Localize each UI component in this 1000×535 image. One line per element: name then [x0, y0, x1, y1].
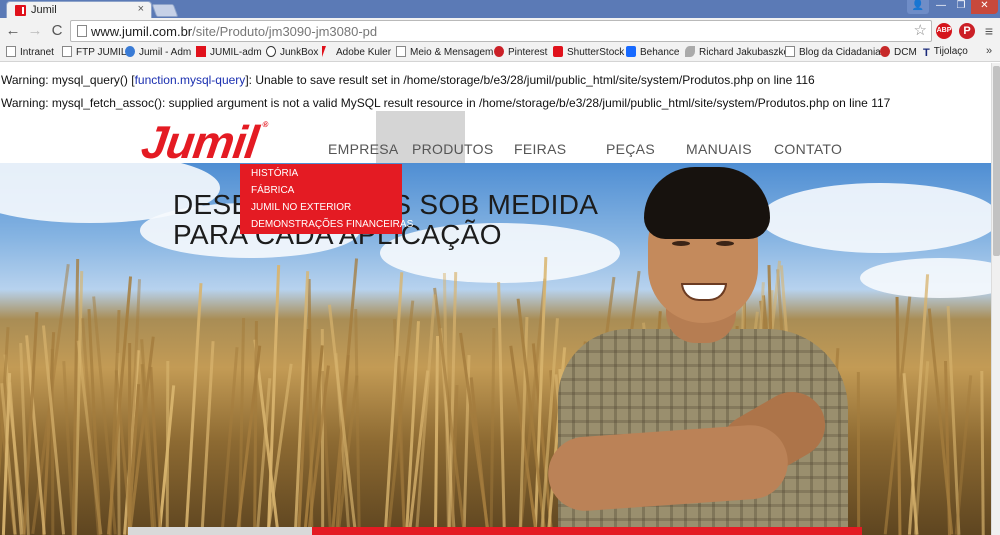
- empresa-dropdown-menu: HISTÓRIA FÁBRICA JUMIL NO EXTERIOR DEMON…: [240, 164, 413, 234]
- pinterest-extension-icon[interactable]: P: [959, 23, 975, 39]
- farmer-eye: [716, 241, 734, 246]
- github-icon: [266, 46, 276, 57]
- farmer-hair: [644, 167, 770, 239]
- corn-stalk: [497, 281, 506, 535]
- page-icon: [62, 46, 72, 57]
- new-tab-button[interactable]: [151, 4, 179, 17]
- corn-stalk: [165, 360, 170, 535]
- corn-stalk: [354, 308, 361, 535]
- page-scrollbar[interactable]: [991, 63, 1000, 535]
- nav-produtos[interactable]: PRODUTOS: [412, 141, 494, 157]
- warning-function-link[interactable]: function.mysql-query: [135, 73, 246, 87]
- bookmark-tijolaco[interactable]: T Tijolaço: [923, 46, 968, 59]
- php-warning-1: Warning: mysql_query() [function.mysql-q…: [1, 73, 815, 87]
- php-warning-2: Warning: mysql_fetch_assoc(): supplied a…: [1, 96, 891, 110]
- farmer-photo: [545, 163, 848, 535]
- pinterest-icon: [494, 46, 504, 57]
- corn-stalk: [433, 335, 440, 535]
- url-text[interactable]: www.jumil.com.br/site/Produto/jm3090-jm3…: [91, 24, 377, 39]
- corn-stalk: [489, 327, 496, 535]
- shutterstock-icon: [553, 46, 563, 57]
- corn-stalk: [220, 347, 239, 535]
- tab-title: Jumil: [31, 4, 57, 16]
- page-icon: [77, 25, 87, 37]
- bookmarks-more-icon[interactable]: »: [986, 45, 992, 57]
- bookmark-junkbox[interactable]: JunkBox: [266, 46, 318, 58]
- url-path: /site/Produto/jm3090-jm3080-pd: [192, 24, 378, 39]
- corn-stalk: [954, 375, 973, 535]
- globe-icon: [125, 46, 135, 57]
- scrollbar-thumb[interactable]: [993, 66, 1000, 256]
- bookmark-jumil-adm[interactable]: Jumil - Adm: [125, 46, 191, 58]
- user-profile-icon[interactable]: 👤: [907, 0, 929, 14]
- subtab-3[interactable]: [494, 527, 678, 535]
- page-icon: [396, 46, 406, 57]
- nav-feiras[interactable]: FEIRAS: [514, 141, 566, 157]
- nav-manuais[interactable]: MANUAIS: [686, 141, 752, 157]
- dropdown-item-historia[interactable]: HISTÓRIA: [251, 168, 298, 179]
- browser-toolbar: ← → C www.jumil.com.br/site/Produto/jm30…: [0, 18, 1000, 44]
- corn-stalk: [856, 371, 861, 535]
- bookmark-jumil-adm-2[interactable]: JUMIL-adm: [196, 46, 262, 58]
- nav-empresa[interactable]: EMPRESA: [328, 141, 399, 157]
- page-icon: [785, 46, 795, 57]
- subtab-1[interactable]: [128, 527, 312, 535]
- nav-contato[interactable]: CONTATO: [774, 141, 842, 157]
- bookmarks-bar: Intranet FTP JUMIL Jumil - Adm JUMIL-adm…: [0, 44, 1000, 62]
- farmer-eye: [672, 241, 690, 246]
- bookmark-shutterstock[interactable]: ShutterStock: [553, 46, 624, 58]
- bookmark-intranet[interactable]: Intranet: [6, 46, 54, 58]
- maximize-button[interactable]: ❐: [951, 0, 971, 14]
- reload-button[interactable]: C: [48, 22, 66, 40]
- bookmark-dcm[interactable]: DCM: [880, 46, 917, 58]
- forward-button[interactable]: →: [26, 22, 44, 40]
- jumil-icon: [196, 46, 206, 57]
- bookmark-ftp-jumil[interactable]: FTP JUMIL: [62, 46, 126, 58]
- bookmark-behance[interactable]: Behance: [626, 46, 679, 58]
- corn-stalk: [980, 370, 985, 535]
- page-viewport: Warning: mysql_query() [function.mysql-q…: [0, 63, 991, 535]
- nav-pecas[interactable]: PEÇAS: [606, 141, 655, 157]
- adblock-plus-icon[interactable]: ABP: [936, 23, 952, 39]
- back-button[interactable]: ←: [4, 22, 22, 40]
- hero-subtabs: [0, 527, 991, 535]
- bookmark-star-icon[interactable]: ☆: [914, 21, 927, 39]
- bookmark-richard-jakubaszko[interactable]: Richard Jakubaszko: [685, 46, 789, 58]
- feather-icon: [685, 46, 695, 57]
- jumil-logo[interactable]: Jumil ®: [138, 115, 268, 169]
- dropdown-item-fabrica[interactable]: FÁBRICA: [251, 185, 294, 196]
- minimize-button[interactable]: —: [931, 0, 951, 14]
- close-window-button[interactable]: ✕: [971, 0, 998, 14]
- corn-stalk: [469, 377, 490, 535]
- page-icon: [6, 46, 16, 57]
- corn-stalk: [200, 341, 215, 535]
- bookmark-meio-mensagem[interactable]: Meio & Mensagem: [396, 46, 493, 58]
- url-host: www.jumil.com.br: [91, 24, 193, 39]
- tab-close-icon[interactable]: ×: [138, 3, 144, 15]
- corn-stalk: [184, 283, 203, 535]
- bookmark-adobe-kuler[interactable]: Adobe Kuler: [322, 46, 391, 58]
- chrome-menu-icon[interactable]: ≡: [981, 23, 997, 39]
- bookmark-blog-cidadania[interactable]: Blog da Cidadania: [785, 46, 881, 58]
- bookmark-pinterest[interactable]: Pinterest: [494, 46, 547, 58]
- dcm-icon: [880, 46, 890, 57]
- subtab-4[interactable]: [678, 527, 862, 535]
- adobe-icon: [322, 46, 326, 57]
- subtab-2[interactable]: [312, 527, 494, 535]
- t-icon: T: [923, 47, 930, 59]
- address-bar[interactable]: www.jumil.com.br/site/Produto/jm3090-jm3…: [70, 20, 932, 42]
- behance-icon: [626, 46, 636, 57]
- jumil-favicon-icon: [15, 5, 26, 16]
- dropdown-item-demonstracoes-financeiras[interactable]: DEMONSTRAÇÕES FINANCEIRAS: [251, 219, 413, 230]
- browser-titlebar: Jumil × 👤 — ❐ ✕: [0, 0, 1000, 19]
- dropdown-item-jumil-exterior[interactable]: JUMIL NO EXTERIOR: [251, 202, 351, 213]
- browser-tab[interactable]: Jumil ×: [6, 1, 152, 19]
